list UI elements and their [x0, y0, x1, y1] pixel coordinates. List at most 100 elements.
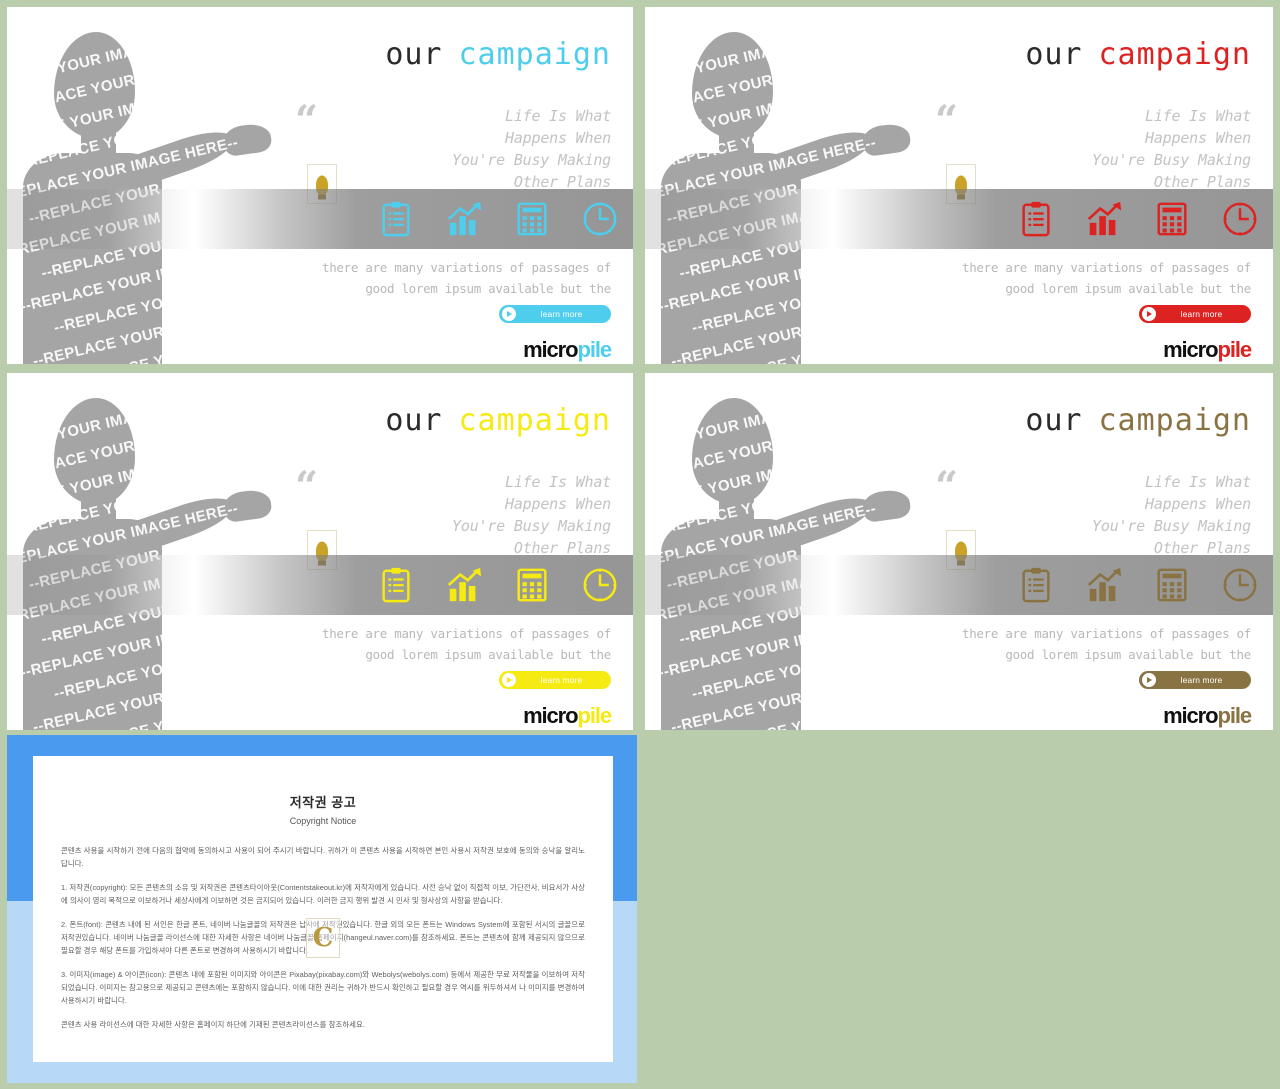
silhouette-hand	[861, 487, 912, 523]
feature-icon-row	[377, 555, 619, 615]
slide-deck-canvas: --REPLACE YOUR IMAGE HERE-- --REPLACE YO…	[0, 0, 1280, 1089]
quote-mark-icon: “	[935, 463, 959, 510]
clipboard-icon[interactable]	[377, 200, 415, 238]
body-line: there are many variations of passages of	[321, 260, 611, 275]
logo-micro: micro	[523, 337, 579, 362]
learn-more-label: learn more	[1180, 309, 1223, 319]
quote-line: Life Is What	[505, 107, 611, 125]
notice-title-en: Copyright Notice	[289, 816, 357, 826]
slide-brown[interactable]: --REPLACE YOUR IMAGE HERE-- --REPLACE YOU…	[645, 373, 1273, 730]
learn-more-label: learn more	[540, 309, 583, 319]
logo-micro: micro	[523, 703, 579, 728]
notice-paragraph: 콘텐츠 사용 라이선스에 대한 자세한 사항은 홈페이지 하단에 기재된 콘텐츠…	[61, 1020, 365, 1029]
title-word-our: our	[1025, 37, 1083, 72]
slide-title: our campaign	[1025, 403, 1251, 438]
notice-header: 저작권 공고 Copyright Notice	[33, 756, 613, 826]
title-word-our: our	[1025, 403, 1083, 438]
slide-red[interactable]: --REPLACE YOUR IMAGE HERE-- --REPLACE YOU…	[645, 7, 1273, 364]
play-icon	[1142, 673, 1156, 687]
logo: micropile	[1163, 703, 1253, 729]
learn-more-button[interactable]: learn more	[1139, 671, 1251, 689]
quote-mark-icon: “	[295, 463, 319, 510]
body-copy: there are many variations of passages of…	[291, 257, 611, 299]
quote-line: You're Busy Making	[452, 517, 611, 535]
quote-block: “ Life Is What Happens When You're Busy …	[295, 467, 611, 559]
feature-icon-row	[1017, 555, 1259, 615]
quote-line: Happens When	[1145, 495, 1251, 513]
learn-more-button[interactable]: learn more	[1139, 305, 1251, 323]
logo-micro: micro	[1163, 703, 1219, 728]
clock-icon[interactable]	[1221, 200, 1259, 238]
logo: micropile	[523, 337, 613, 363]
silhouette-arm	[106, 123, 239, 196]
title-word-our: our	[385, 37, 443, 72]
calculator-icon[interactable]	[513, 200, 551, 238]
quote-line: Happens When	[505, 495, 611, 513]
bar-chart-icon[interactable]	[445, 566, 483, 604]
learn-more-button[interactable]: learn more	[499, 305, 611, 323]
quote-mark-icon: “	[935, 97, 959, 144]
body-copy: there are many variations of passages of…	[931, 623, 1251, 665]
clipboard-icon[interactable]	[1017, 566, 1055, 604]
logo-pile: pile	[1217, 703, 1253, 728]
silhouette-arm	[106, 489, 239, 562]
slide-title: our campaign	[385, 37, 611, 72]
bar-chart-icon[interactable]	[1085, 566, 1123, 604]
body-copy: there are many variations of passages of…	[291, 623, 611, 665]
clock-icon[interactable]	[581, 200, 619, 238]
calculator-icon[interactable]	[1153, 566, 1191, 604]
learn-more-button[interactable]: learn more	[499, 671, 611, 689]
quote-line: You're Busy Making	[1092, 151, 1251, 169]
clipboard-icon[interactable]	[1017, 200, 1055, 238]
bar-chart-icon[interactable]	[1085, 200, 1123, 238]
clock-icon[interactable]	[581, 566, 619, 604]
title-word-campaign: campaign	[458, 37, 611, 72]
quote-line: Happens When	[505, 129, 611, 147]
slide-cyan[interactable]: --REPLACE YOUR IMAGE HERE-- --REPLACE YO…	[7, 7, 633, 364]
notice-sheet: 저작권 공고 Copyright Notice 콘텐츠 사용을 시작하기 전에 …	[33, 756, 613, 1062]
silhouette-hand	[222, 487, 273, 523]
quote-line: Life Is What	[1145, 107, 1251, 125]
quote-block: “ Life Is What Happens When You're Busy …	[935, 467, 1251, 559]
body-line: good lorem ipsum available but the	[1005, 647, 1251, 662]
logo-pile: pile	[577, 337, 613, 362]
body-copy: there are many variations of passages of…	[931, 257, 1251, 299]
title-word-campaign: campaign	[1098, 37, 1251, 72]
calculator-icon[interactable]	[1153, 200, 1191, 238]
notice-paragraph: 3. 이미지(image) & 아이콘(icon): 콘텐츠 내에 포함된 이미…	[61, 970, 585, 1005]
slide-title: our campaign	[385, 403, 611, 438]
logo-pile: pile	[577, 703, 613, 728]
play-icon	[502, 673, 516, 687]
notice-paragraph: 콘텐츠 사용을 시작하기 전에 다음의 협약에 동의하시고 사용이 되어 주시기…	[61, 846, 585, 868]
logo: micropile	[523, 703, 613, 729]
learn-more-label: learn more	[540, 675, 583, 685]
feature-icon-row	[1017, 189, 1259, 249]
quote-line: Happens When	[1145, 129, 1251, 147]
copyright-notice-slide[interactable]: 저작권 공고 Copyright Notice 콘텐츠 사용을 시작하기 전에 …	[7, 735, 637, 1083]
body-line: there are many variations of passages of	[961, 626, 1251, 641]
feature-icon-row	[377, 189, 619, 249]
title-word-our: our	[385, 403, 443, 438]
body-line: there are many variations of passages of	[321, 626, 611, 641]
quote-line: You're Busy Making	[452, 151, 611, 169]
title-word-campaign: campaign	[458, 403, 611, 438]
quote-block: “ Life Is What Happens When You're Busy …	[935, 101, 1251, 193]
title-word-campaign: campaign	[1098, 403, 1251, 438]
quote-block: “ Life Is What Happens When You're Busy …	[295, 101, 611, 193]
logo: micropile	[1163, 337, 1252, 363]
silhouette-hand	[861, 121, 912, 157]
quote-line: Life Is What	[1145, 473, 1251, 491]
notice-body: 콘텐츠 사용을 시작하기 전에 다음의 협약에 동의하시고 사용이 되어 주시기…	[33, 826, 613, 1031]
slide-title: our campaign	[1025, 37, 1251, 72]
logo-micro: micro	[1163, 337, 1219, 362]
silhouette-arm	[744, 489, 877, 562]
play-icon	[502, 307, 516, 321]
clipboard-icon[interactable]	[377, 566, 415, 604]
bar-chart-icon[interactable]	[445, 200, 483, 238]
notice-title-kr: 저작권 공고	[289, 795, 357, 810]
clock-icon[interactable]	[1221, 566, 1259, 604]
body-line: good lorem ipsum available but the	[365, 647, 611, 662]
slide-yellow[interactable]: --REPLACE YOUR IMAGE HERE-- --REPLACE YOU…	[7, 373, 633, 730]
calculator-icon[interactable]	[513, 566, 551, 604]
body-line: there are many variations of passages of	[961, 260, 1251, 275]
